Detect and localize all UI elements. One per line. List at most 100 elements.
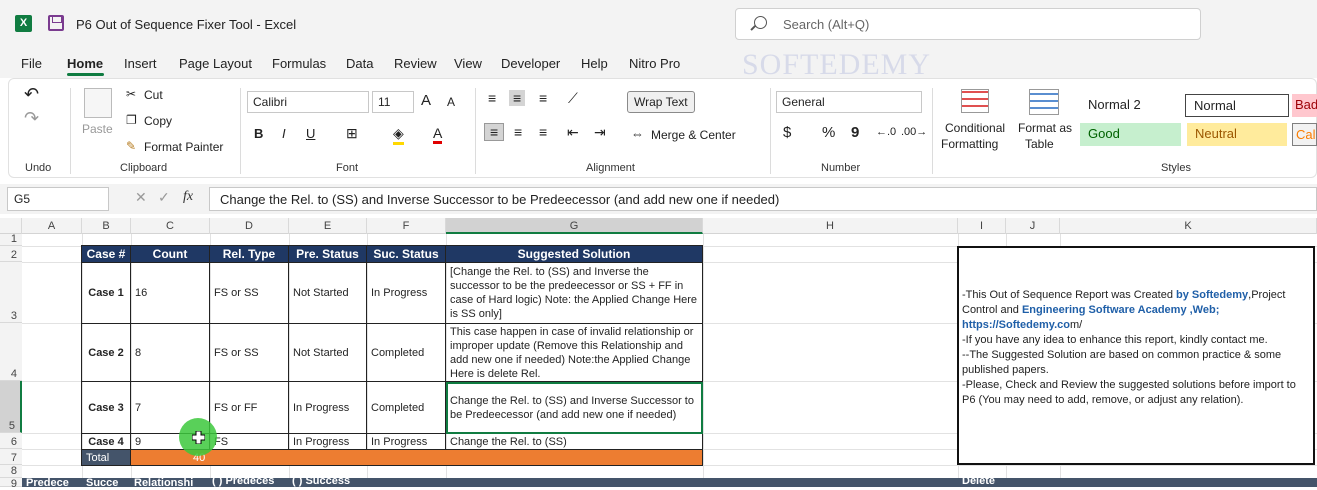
case-cell[interactable]: Case 2 xyxy=(81,323,131,382)
name-box[interactable]: G5 xyxy=(7,187,109,211)
row-header[interactable]: 7 xyxy=(0,449,22,465)
font-name-select[interactable]: Calibri xyxy=(247,91,369,113)
row-header[interactable]: 6 xyxy=(0,433,22,449)
currency-button[interactable]: $ xyxy=(783,124,791,141)
notes-textbox[interactable]: -This Out of Sequence Report was Created… xyxy=(957,246,1315,465)
font-color-button[interactable]: A xyxy=(433,125,443,144)
increase-indent-icon[interactable]: ⇥ xyxy=(594,124,606,141)
solution-cell[interactable]: Change the Rel. to (SS) xyxy=(445,433,703,450)
table-row[interactable]: Case 1 16 FS or SS Not Started In Progre… xyxy=(81,262,703,324)
column-header[interactable]: D xyxy=(210,218,289,234)
solution-cell[interactable]: This case happen in case of invalid rela… xyxy=(445,323,703,382)
search-input[interactable]: Search (Alt+Q) xyxy=(735,8,1201,40)
menu-data[interactable]: Data xyxy=(346,56,373,71)
rel-type-cell[interactable]: FS or SS xyxy=(209,262,289,324)
row9-cell[interactable]: Predece xyxy=(26,477,69,489)
align-top-icon[interactable]: ≡ xyxy=(488,90,496,106)
decrease-decimal-icon[interactable]: .00→ xyxy=(901,126,927,138)
suc-status-cell[interactable]: Completed xyxy=(366,323,446,382)
format-painter-button[interactable]: Format Painter xyxy=(144,140,223,154)
column-header[interactable]: C xyxy=(131,218,210,234)
conditional-formatting-line1[interactable]: Conditional xyxy=(945,121,1005,135)
align-right-icon[interactable]: ≡ xyxy=(539,124,547,140)
rel-type-cell[interactable]: FS or SS xyxy=(209,323,289,382)
menu-nitro-pro[interactable]: Nitro Pro xyxy=(629,56,680,71)
redo-icon[interactable]: ↷ xyxy=(24,108,39,129)
count-cell[interactable]: 16 xyxy=(130,262,210,324)
fill-color-icon[interactable]: ◈ xyxy=(393,125,404,145)
row-header[interactable]: 3 xyxy=(0,262,22,323)
formula-input[interactable]: Change the Rel. to (SS) and Inverse Succ… xyxy=(209,187,1317,211)
percent-button[interactable]: % xyxy=(822,124,835,141)
rel-type-cell[interactable]: FS or FF xyxy=(209,381,289,434)
paste-button[interactable]: Paste xyxy=(82,122,113,136)
menu-home[interactable]: Home xyxy=(67,56,103,71)
row9-cell[interactable]: Delete xyxy=(962,475,995,487)
pre-status-cell[interactable]: Not Started xyxy=(288,262,367,324)
table-row[interactable]: Case 3 7 FS or FF In Progress Completed … xyxy=(81,381,703,434)
align-bottom-icon[interactable]: ≡ xyxy=(539,90,547,106)
cancel-icon[interactable]: ✕ xyxy=(135,189,147,206)
increase-decimal-icon[interactable]: ←.0 xyxy=(876,126,896,138)
row-header[interactable]: 2 xyxy=(0,246,22,262)
solution-cell[interactable]: [Change the Rel. to (SS) and Inverse the… xyxy=(445,262,703,324)
count-cell[interactable]: 8 xyxy=(130,323,210,382)
format-as-table-line2[interactable]: Table xyxy=(1025,137,1054,151)
menu-help[interactable]: Help xyxy=(581,56,608,71)
menu-file[interactable]: File xyxy=(21,56,42,71)
shrink-font-button[interactable]: A xyxy=(447,95,455,109)
total-value[interactable]: 40 xyxy=(130,449,703,466)
suc-status-cell[interactable]: In Progress xyxy=(366,262,446,324)
note-link[interactable]: https://Softedemy.co xyxy=(962,319,1070,331)
total-row[interactable]: Total 40 xyxy=(81,449,703,466)
font-size-select[interactable]: 11 xyxy=(372,91,414,113)
underline-button[interactable]: U xyxy=(306,126,315,141)
row9-cell[interactable]: Relationshi xyxy=(134,477,193,489)
total-label[interactable]: Total xyxy=(81,449,131,466)
column-header[interactable]: B xyxy=(82,218,131,234)
row-header[interactable]: 4 xyxy=(0,323,22,381)
menu-view[interactable]: View xyxy=(454,56,482,71)
case-cell[interactable]: Case 4 xyxy=(81,433,131,450)
row9-cell[interactable]: ( ) Predeces xyxy=(212,475,274,487)
paste-icon[interactable] xyxy=(84,88,112,118)
column-header[interactable]: F xyxy=(367,218,446,234)
enter-icon[interactable]: ✓ xyxy=(158,189,170,206)
style-bad[interactable]: Bad xyxy=(1292,94,1317,117)
case-cell[interactable]: Case 3 xyxy=(81,381,131,434)
wrap-text-button[interactable]: Wrap Text xyxy=(627,91,695,113)
bold-button[interactable]: B xyxy=(254,126,263,141)
row-header-selected[interactable]: 5 xyxy=(0,381,22,433)
rel-type-cell[interactable]: FS xyxy=(209,433,289,450)
case-cell[interactable]: Case 1 xyxy=(81,262,131,324)
pre-status-cell[interactable]: In Progress xyxy=(288,381,367,434)
pre-status-cell[interactable]: In Progress xyxy=(288,433,367,450)
solution-cell-active[interactable]: Change the Rel. to (SS) and Inverse Succ… xyxy=(445,381,703,434)
table-row[interactable]: Case 4 9 FS In Progress In Progress Chan… xyxy=(81,433,703,450)
menu-page-layout[interactable]: Page Layout xyxy=(179,56,252,71)
select-all-corner[interactable] xyxy=(0,218,22,234)
table-row[interactable]: Case 2 8 FS or SS Not Started Completed … xyxy=(81,323,703,382)
orientation-icon[interactable]: ⟋ xyxy=(568,90,578,107)
column-header-selected[interactable]: G xyxy=(446,218,703,234)
italic-button[interactable]: I xyxy=(282,126,286,141)
align-left-icon[interactable]: ≡ xyxy=(484,123,505,141)
insert-function-button[interactable]: fx xyxy=(183,189,193,205)
decrease-indent-icon[interactable]: ⇤ xyxy=(567,124,579,141)
pre-status-cell[interactable]: Not Started xyxy=(288,323,367,382)
row-header[interactable]: 1 xyxy=(0,233,22,246)
style-calculation[interactable]: Calc xyxy=(1292,123,1317,146)
grow-font-button[interactable]: A xyxy=(421,92,431,109)
style-normal-2[interactable]: Normal 2 xyxy=(1080,94,1183,117)
style-good[interactable]: Good xyxy=(1080,123,1181,146)
column-header[interactable]: H xyxy=(703,218,958,234)
suc-status-cell[interactable]: Completed xyxy=(366,381,446,434)
column-header[interactable]: K xyxy=(1060,218,1317,234)
copy-button[interactable]: Copy xyxy=(144,114,172,128)
comma-button[interactable]: 9 xyxy=(851,124,859,141)
save-icon[interactable] xyxy=(48,15,64,31)
menu-insert[interactable]: Insert xyxy=(124,56,157,71)
row-header[interactable]: 9 xyxy=(0,478,22,490)
row9-cell[interactable]: Succe xyxy=(86,477,118,489)
align-center-icon[interactable]: ≡ xyxy=(514,124,522,140)
